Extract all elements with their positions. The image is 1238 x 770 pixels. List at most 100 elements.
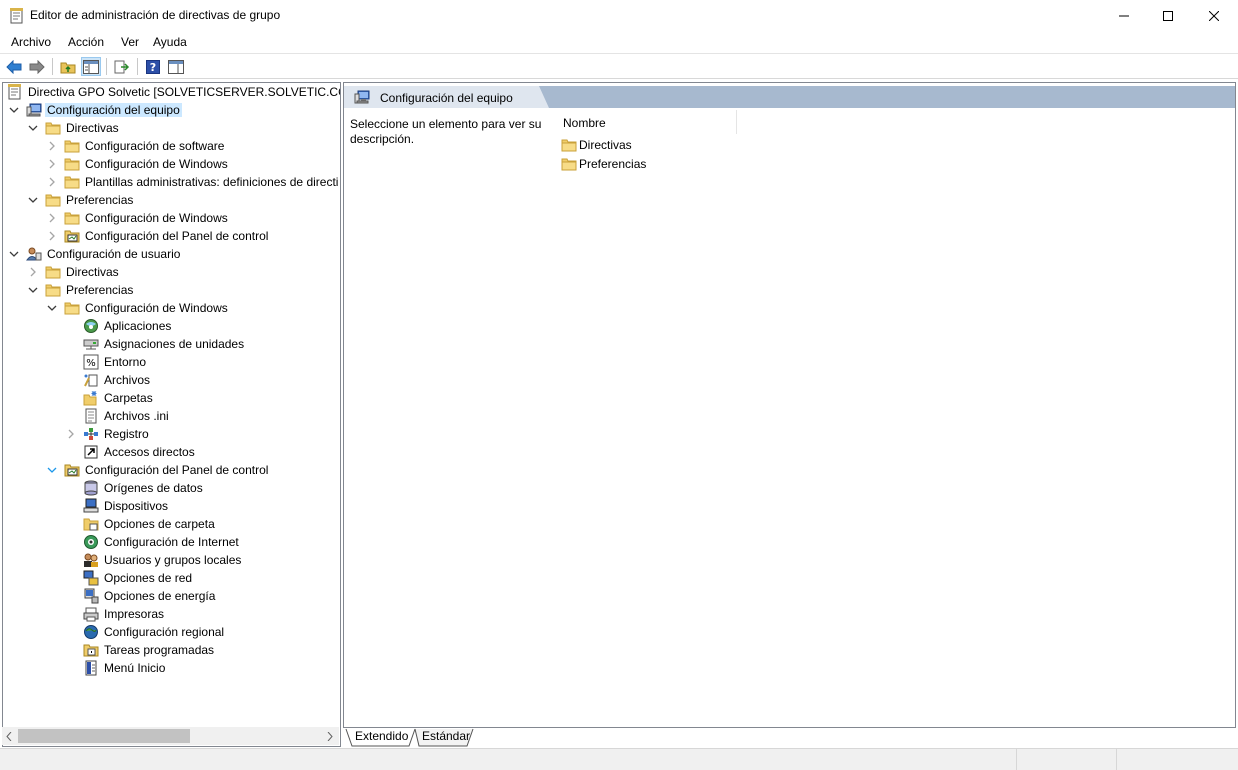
collapse-chevron-icon[interactable] (28, 195, 38, 205)
tree-item[interactable]: Configuración de Windows (3, 209, 340, 227)
tree-item[interactable]: Configuración de software (3, 137, 340, 155)
folder-icon (64, 176, 80, 189)
tree-item[interactable]: Configuración del equipo (3, 101, 340, 119)
tree-item-label: Configuración de software (85, 139, 225, 153)
tree-item[interactable]: Directivas (3, 119, 340, 137)
tree-item-label: Directiva GPO Solvetic [SOLVETICSERVER.S… (28, 85, 341, 99)
devices-icon (83, 498, 99, 513)
tree-item[interactable]: Impresoras (3, 605, 340, 623)
tree-item-label: Configuración de Windows (85, 301, 228, 315)
tree-item[interactable]: Archivos .ini (3, 407, 340, 425)
tree-item-label: Configuración del equipo (45, 103, 182, 117)
minimize-button[interactable] (1101, 0, 1147, 31)
folder-icon (561, 158, 577, 171)
properties-view-button[interactable] (166, 57, 186, 76)
tree-item-label: Directivas (66, 265, 119, 279)
tree-item[interactable]: Registro (3, 425, 340, 443)
collapse-chevron-icon[interactable] (9, 249, 19, 259)
folder-icon (64, 302, 80, 315)
tree-item[interactable]: Directivas (3, 263, 340, 281)
tree-item[interactable]: Directiva GPO Solvetic [SOLVETICSERVER.S… (3, 83, 340, 101)
tab-estandar[interactable]: Estándar (410, 728, 470, 746)
tree-item[interactable]: Asignaciones de unidades (3, 335, 340, 353)
tree-item[interactable]: Plantillas administrativas: definiciones… (3, 173, 340, 191)
tree-item[interactable]: Dispositivos (3, 497, 340, 515)
tree-item-label: Configuración regional (104, 625, 225, 639)
expand-chevron-icon[interactable] (47, 141, 57, 151)
tree-item[interactable]: Configuración de Internet (3, 533, 340, 551)
tree-item[interactable]: Aplicaciones (3, 317, 340, 335)
tree-item[interactable]: Configuración de Windows (3, 155, 340, 173)
files-icon (84, 374, 98, 387)
show-hide-tree-button[interactable] (81, 57, 101, 76)
expand-chevron-icon[interactable] (47, 159, 57, 169)
tree-item[interactable]: Configuración regional (3, 623, 340, 641)
collapse-chevron-icon[interactable] (9, 105, 19, 115)
scroll-left-icon[interactable] (6, 732, 12, 741)
tree-item[interactable]: Accesos directos (3, 443, 340, 461)
collapse-chevron-icon[interactable] (28, 285, 38, 295)
tree-item[interactable]: Tareas programadas (3, 641, 340, 659)
list-item-preferencias[interactable]: Preferencias (561, 155, 711, 173)
menu-archivo[interactable]: Archivo (11, 35, 51, 49)
expand-chevron-icon[interactable] (47, 177, 57, 187)
minimize-icon (1119, 15, 1129, 16)
tree-item-label: Usuarios y grupos locales (104, 553, 242, 567)
tree-item[interactable]: % Entorno (3, 353, 340, 371)
tree-item[interactable]: Opciones de red (3, 569, 340, 587)
tree-item[interactable]: Configuración del Panel de control (3, 461, 340, 479)
up-one-level-button[interactable] (58, 57, 78, 76)
tree-item[interactable]: Opciones de energía (3, 587, 340, 605)
details-title: Configuración del equipo (380, 91, 513, 105)
tree-item[interactable]: Opciones de carpeta (3, 515, 340, 533)
help-button[interactable]: ? (143, 57, 163, 76)
internet-settings-icon (84, 535, 98, 549)
tree-item[interactable]: Configuración de usuario (3, 245, 340, 263)
menu-ayuda[interactable]: Ayuda (153, 35, 187, 49)
tree-item[interactable]: Preferencias (3, 281, 340, 299)
tree-item[interactable]: Archivos (3, 371, 340, 389)
close-icon (1209, 10, 1219, 21)
tab-extendido[interactable]: Extendido (343, 728, 408, 746)
menu-accion[interactable]: Acción (68, 35, 104, 49)
tree-item-label: Opciones de energía (104, 589, 216, 603)
forward-arrow-icon (29, 59, 45, 74)
scroll-right-icon[interactable] (327, 732, 333, 741)
tree-item[interactable]: Orígenes de datos (3, 479, 340, 497)
gpo-document-icon (8, 84, 21, 100)
list-item-directivas[interactable]: Directivas (561, 136, 711, 154)
tree-item-label: Menú Inicio (104, 661, 166, 675)
tree-item-label: Directivas (66, 121, 119, 135)
tree-item-label: Registro (104, 427, 149, 441)
tree-item[interactable]: Preferencias (3, 191, 340, 209)
scrollbar-thumb[interactable] (18, 729, 190, 743)
expand-chevron-icon[interactable] (66, 429, 76, 439)
tree-item[interactable]: Configuración de Windows (3, 299, 340, 317)
list-item-label: Preferencias (579, 157, 647, 171)
tree-item-label: Configuración de Internet (104, 535, 239, 549)
column-header-nombre[interactable]: Nombre (549, 110, 737, 134)
forward-button[interactable] (27, 57, 47, 76)
back-button[interactable] (4, 57, 24, 76)
tree-item[interactable]: Usuarios y grupos locales (3, 551, 340, 569)
maximize-button[interactable] (1145, 0, 1191, 31)
expand-chevron-icon[interactable] (47, 231, 57, 241)
collapse-chevron-icon[interactable] (28, 123, 38, 133)
close-button[interactable] (1191, 0, 1237, 31)
tree-item[interactable]: Carpetas (3, 389, 340, 407)
menu-ver[interactable]: Ver (121, 35, 139, 49)
collapse-chevron-icon[interactable] (47, 465, 57, 475)
help-icon: ? (146, 59, 160, 74)
tree-horizontal-scrollbar[interactable] (2, 727, 339, 745)
folder-options-icon (83, 518, 99, 531)
collapse-chevron-icon[interactable] (47, 303, 57, 313)
tree-item[interactable]: Configuración del Panel de control (3, 227, 340, 245)
expand-chevron-icon[interactable] (28, 267, 38, 277)
tree-item-label: Opciones de carpeta (104, 517, 215, 531)
title-bar: Editor de administración de directivas d… (0, 0, 1238, 31)
tree-item[interactable]: Menú Inicio (3, 659, 340, 677)
user-icon (26, 247, 42, 261)
export-list-button[interactable] (112, 57, 132, 76)
console-tree[interactable]: Directiva GPO Solvetic [SOLVETICSERVER.S… (2, 82, 341, 747)
expand-chevron-icon[interactable] (47, 213, 57, 223)
